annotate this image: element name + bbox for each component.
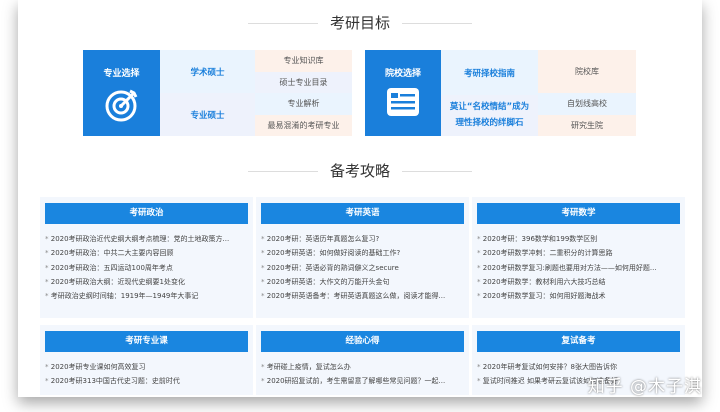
section-title-guide: 备考攻略 <box>18 160 702 181</box>
article-link[interactable]: 2020考研：英语历年真题怎么复习? <box>261 232 464 246</box>
guide-title: 备考攻略 <box>330 162 390 180</box>
article-link[interactable]: 2020考研专业课如何高效复习 <box>45 360 248 374</box>
article-list: 2020考研政治近代史纲大纲考点梳理：党的土地政策方...2020考研政治：中共… <box>45 232 248 303</box>
guide-card-header[interactable]: 考研英语 <box>261 203 464 224</box>
list-card-icon <box>386 87 420 117</box>
guide-card: 考研数学 2020考研：396数学和199数学区别2020考研数学冲刺：二重积分的… <box>472 197 685 318</box>
major-analysis-link[interactable]: 专业解析 <box>255 93 352 115</box>
confusing-majors-link[interactable]: 最易混淆的考研专业 <box>255 115 352 137</box>
academic-master-link[interactable]: 学术硕士 <box>160 50 255 93</box>
article-list: 2020考研专业课如何高效复习2020考研313中国古代史习题：史前时代 <box>45 360 248 389</box>
school-select-label: 院校选择 <box>385 66 421 79</box>
guide-card: 考研专业课 2020考研专业课如何高效复习2020考研313中国古代史习题：史前时… <box>40 325 253 395</box>
guide-card: 经验心得考研碰上疫情，复试怎么办2020研招复试前，考生需留意了解哪些常见问题？… <box>256 325 469 395</box>
article-link[interactable]: 2020考研：396数学和199数学区别 <box>477 232 680 246</box>
major-select-block: 专业选择 学术硕士 专业硕士 专业知识库 硕士专业目录 专业解析 最易混淆的考研… <box>83 50 355 136</box>
stage: 考研目标 专业选择 学术硕士 专业硕士 专业知识库 硕士专业目录 专业解析 最易… <box>0 0 720 410</box>
major-select-tile[interactable]: 专业选择 <box>83 50 160 136</box>
article-list: 2020考研：396数学和199数学区别2020考研数学冲刺：二重积分的计算思路… <box>477 232 680 303</box>
article-link[interactable]: 2020考研政治近代史纲大纲考点梳理：党的土地政策方... <box>45 232 248 246</box>
article-link[interactable]: 2020考研英语备考：考研英语真题这么做，阅读才能得... <box>261 289 464 303</box>
article-link[interactable]: 2020考研数学复习:刷题也要用对方法——如何用好题... <box>477 261 680 275</box>
section-title-goal: 考研目标 <box>18 12 702 33</box>
watermark: 知乎 @木子淇 <box>588 372 702 397</box>
graduate-schools-link[interactable]: 研究生院 <box>538 115 636 137</box>
major-library-link[interactable]: 专业知识库 <box>255 50 352 72</box>
school-library-link[interactable]: 院校库 <box>538 50 636 93</box>
article-list: 考研碰上疫情，复试怎么办2020研招复试前，考生需留意了解哪些常见问题？一起..… <box>261 360 464 389</box>
guide-card-header[interactable]: 复试备考 <box>477 331 680 352</box>
guide-card: 考研英语 2020考研：英语历年真题怎么复习?2020考研英语：如何做好阅读的基础… <box>256 197 469 318</box>
article-link[interactable]: 2020考研数学冲刺：二重积分的计算思路 <box>477 246 680 260</box>
article-link[interactable]: 2020考研数学复习：如何用好题海战术 <box>477 289 680 303</box>
guide-card: 考研政治2020考研政治近代史纲大纲考点梳理：党的土地政策方...2020考研政… <box>40 197 253 318</box>
article-link[interactable]: 2020考研政治：五四运动100周年考点 <box>45 261 248 275</box>
article-link[interactable]: 2020考研数学：教材利用六大技巧总结 <box>477 275 680 289</box>
article-link[interactable]: 2020考研：英语必背的熟词僻义之secure <box>261 261 464 275</box>
article-link[interactable]: 2020考研英语：大作文的万能开头金句 <box>261 275 464 289</box>
goal-title: 考研目标 <box>330 14 390 32</box>
school-select-block: 院校选择 考研择校指南 莫让“名校情结”成为理性择校的绊脚石 院校库 自划线高校… <box>365 50 636 136</box>
article-link[interactable]: 考研政治史纲时间轴：1919年—1949年大事记 <box>45 289 248 303</box>
rational-choice-link[interactable]: 莫让“名校情结”成为理性择校的绊脚石 <box>441 95 538 136</box>
master-catalog-link[interactable]: 硕士专业目录 <box>255 72 352 94</box>
article-link[interactable]: 2020考研313中国古代史习题：史前时代 <box>45 374 248 388</box>
article-link[interactable]: 2020考研政治：中共二大主要内容回顾 <box>45 246 248 260</box>
school-select-tile[interactable]: 院校选择 <box>365 50 441 136</box>
guide-card-header[interactable]: 经验心得 <box>261 331 464 352</box>
article-link[interactable]: 考研碰上疫情，复试怎么办 <box>261 360 464 374</box>
target-icon <box>104 87 140 123</box>
guide-card-header[interactable]: 考研专业课 <box>45 331 248 352</box>
article-list: 2020考研：英语历年真题怎么复习?2020考研英语：如何做好阅读的基础工作?2… <box>261 232 464 303</box>
guide-card-header[interactable]: 考研数学 <box>477 203 680 224</box>
article-link[interactable]: 2020研招复试前，考生需留意了解哪些常见问题？一起... <box>261 374 464 388</box>
article-link[interactable]: 2020考研英语：如何做好阅读的基础工作? <box>261 246 464 260</box>
article-link[interactable]: 2020考研政治大纲：近现代史纲要1处变化 <box>45 275 248 289</box>
self-line-schools-link[interactable]: 自划线高校 <box>538 93 636 115</box>
professional-master-link[interactable]: 专业硕士 <box>160 93 255 136</box>
school-guide-link[interactable]: 考研择校指南 <box>441 50 538 95</box>
guide-card-header[interactable]: 考研政治 <box>45 203 248 224</box>
major-select-label: 专业选择 <box>103 66 139 79</box>
page: 考研目标 专业选择 学术硕士 专业硕士 专业知识库 硕士专业目录 专业解析 最易… <box>18 0 702 397</box>
